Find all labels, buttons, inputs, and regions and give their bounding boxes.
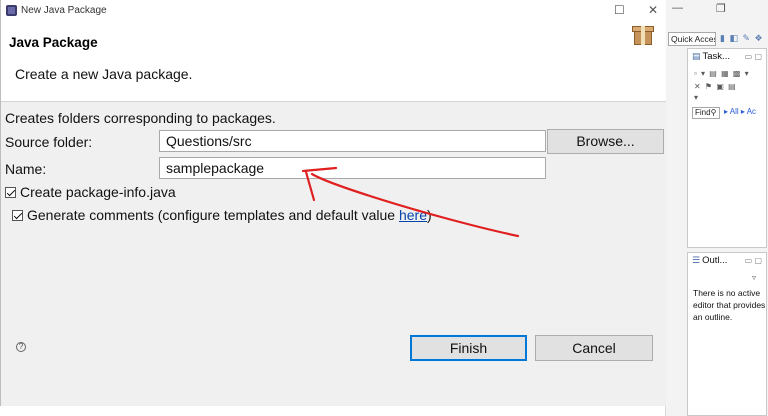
create-package-info-label: Create package-info.java xyxy=(20,184,176,200)
ide-minimize-icon[interactable]: — xyxy=(672,2,683,14)
outline-view: ☰ Outl... ▭ ▢ ▿ There is no active editor… xyxy=(687,252,767,416)
dialog-title: New Java Package xyxy=(21,5,107,16)
task-find-input[interactable]: Find⚲ xyxy=(692,107,720,119)
outline-icon: ☰ xyxy=(692,255,701,265)
source-folder-input[interactable] xyxy=(159,130,546,152)
configure-templates-link[interactable]: here xyxy=(399,207,427,223)
task-filter-links[interactable]: ▸ All ▸ Ac xyxy=(724,107,756,116)
task-toolbar-row-2[interactable]: ✕ ⚑ ▣ ▤ xyxy=(694,82,737,91)
perspective-toolbar-icons[interactable]: ▮ ◧ ✎ ❖ xyxy=(720,33,764,44)
intro-text: Creates folders corresponding to package… xyxy=(5,110,276,126)
outline-empty-message: There is no active editor that provides … xyxy=(693,288,766,322)
ide-restore-icon[interactable]: ❐ xyxy=(716,2,726,15)
new-java-package-dialog: New Java Package ☐ ✕ Java Package Create… xyxy=(0,0,666,406)
maximize-icon[interactable]: ☐ xyxy=(614,2,625,18)
generate-comments-checkbox[interactable] xyxy=(12,209,23,221)
view-menu-icon[interactable]: ▿ xyxy=(752,273,756,282)
help-icon[interactable]: ? xyxy=(16,342,26,352)
task-list-icon: ▤ xyxy=(692,51,701,61)
package-name-input[interactable] xyxy=(159,157,546,179)
create-package-info-row[interactable]: Create package-info.java xyxy=(5,184,176,200)
view-minimize-maximize-icon[interactable]: ▭ ▢ xyxy=(745,49,762,64)
generate-comments-label: Generate comments (configure templates a… xyxy=(27,207,399,223)
dialog-header: Java Package Create a new Java package. xyxy=(1,24,666,101)
task-toolbar-row-3: ▾ xyxy=(694,93,700,102)
generate-comments-row[interactable]: Generate comments (configure templates a… xyxy=(12,207,432,223)
tab-task-list[interactable]: ▤ Task... ▭ ▢ xyxy=(688,49,766,64)
package-box-icon xyxy=(632,25,654,47)
dialog-content: Creates folders corresponding to package… xyxy=(1,101,666,406)
tab-outline[interactable]: ☰ Outl... ▭ ▢ xyxy=(688,253,766,268)
create-package-info-checkbox[interactable] xyxy=(5,186,16,198)
page-description: Create a new Java package. xyxy=(15,66,193,82)
cancel-button[interactable]: Cancel xyxy=(535,335,653,361)
dialog-titlebar: New Java Package ☐ ✕ xyxy=(1,0,666,24)
ide-background: — ❐ Quick Access ▮ ◧ ✎ ❖ ▤Task... ▭ ▢ ▫ … xyxy=(665,0,768,416)
task-toolbar-row-1[interactable]: ▫ ▾ ▤ ▦ ▩ ▾ xyxy=(694,69,750,78)
generate-comments-suffix: ) xyxy=(427,207,432,223)
eclipse-dialog-icon xyxy=(6,5,17,16)
source-folder-label: Source folder: xyxy=(5,134,93,150)
browse-button[interactable]: Browse... xyxy=(547,129,664,154)
finish-button[interactable]: Finish xyxy=(410,335,527,361)
task-list-view: ▤ Task... ▭ ▢ ▫ ▾ ▤ ▦ ▩ ▾ ✕ ⚑ ▣ ▤ ▾ Find⚲… xyxy=(687,48,767,248)
name-label: Name: xyxy=(5,161,47,177)
view-minimize-maximize-icon[interactable]: ▭ ▢ xyxy=(745,253,762,268)
quick-access-input[interactable]: Quick Access xyxy=(668,32,716,46)
close-icon[interactable]: ✕ xyxy=(648,2,658,18)
page-title: Java Package xyxy=(9,35,98,50)
ide-window-controls: — ❐ xyxy=(666,0,768,30)
